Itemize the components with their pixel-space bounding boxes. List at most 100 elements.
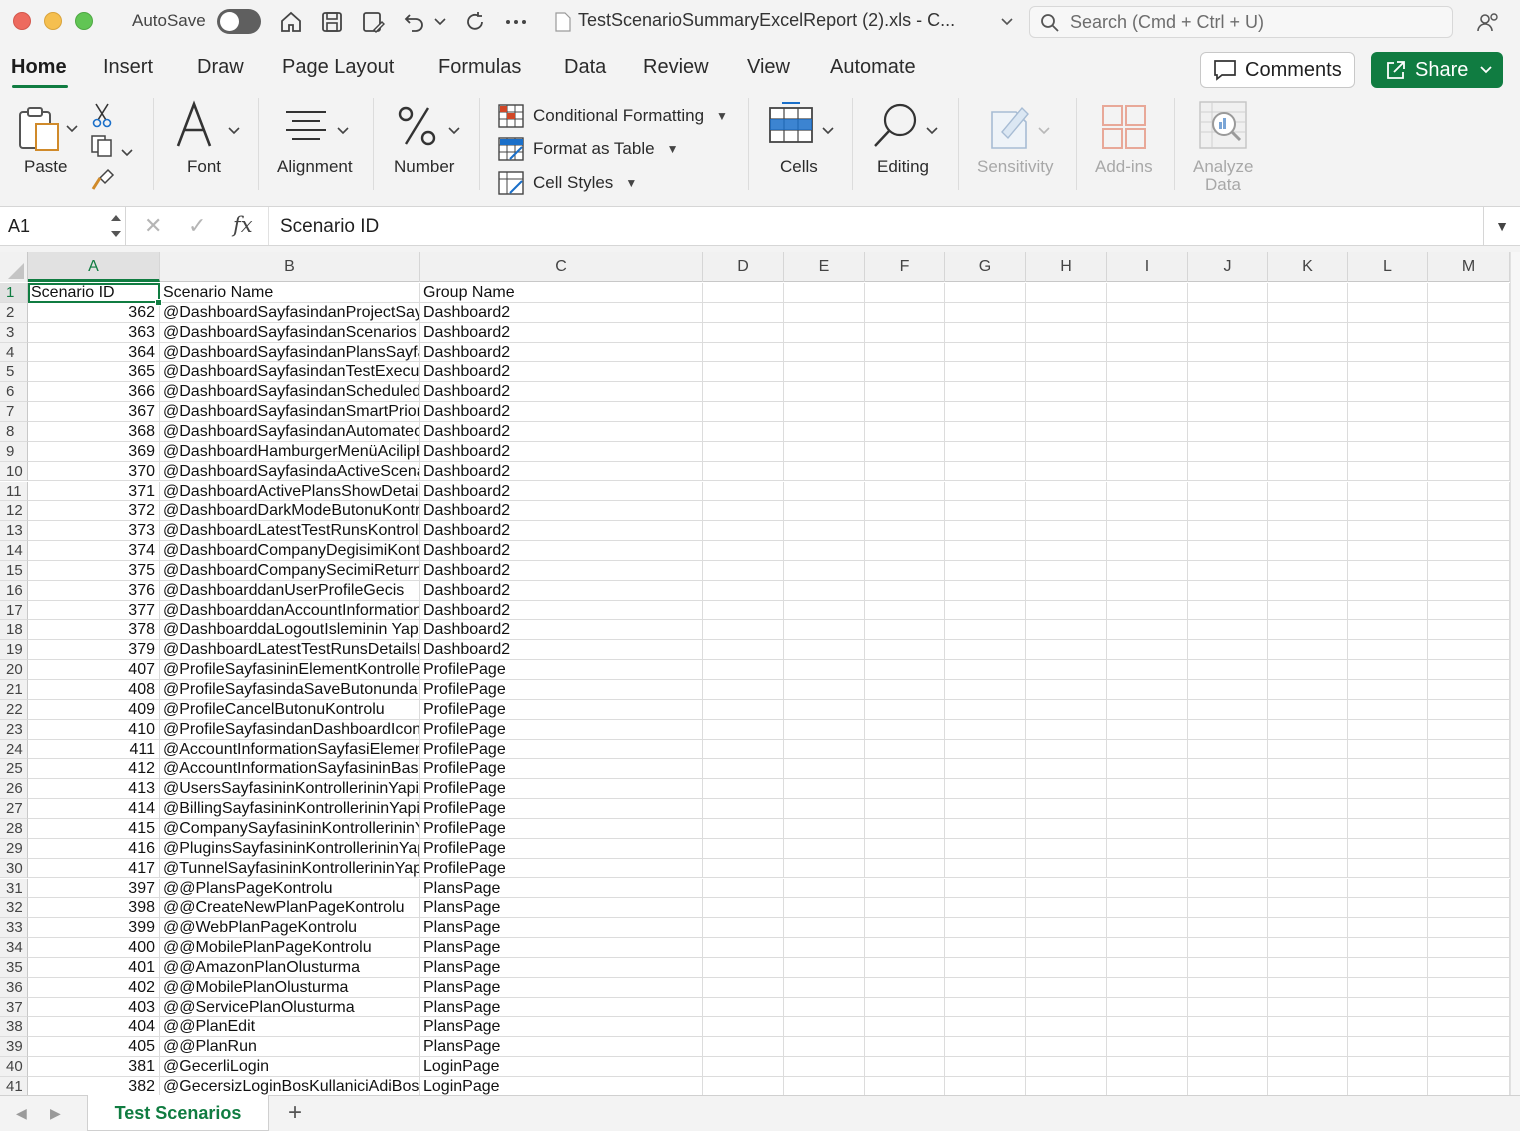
- cell-empty[interactable]: [1107, 898, 1188, 919]
- cell-empty[interactable]: [1107, 322, 1188, 343]
- cell-empty[interactable]: [945, 997, 1026, 1018]
- row-header[interactable]: 20: [0, 660, 28, 680]
- cell-empty[interactable]: [1428, 977, 1510, 998]
- cell-empty[interactable]: [1348, 918, 1428, 939]
- cell-empty[interactable]: [703, 382, 784, 403]
- cell-empty[interactable]: [1188, 1037, 1268, 1058]
- cell-empty[interactable]: [1107, 938, 1188, 958]
- cell-scenario-name[interactable]: @@CreateNewPlanPageKontrolu: [160, 898, 420, 919]
- cell-scenario-name[interactable]: @DashboardSayfasindanProjectSay: [160, 302, 420, 323]
- tab-formulas[interactable]: Formulas: [438, 56, 521, 79]
- row-header[interactable]: 12: [0, 501, 28, 522]
- cell-empty[interactable]: [1428, 362, 1510, 383]
- cell-empty[interactable]: [865, 640, 945, 661]
- cell-empty[interactable]: [1107, 640, 1188, 661]
- cell-scenario-name[interactable]: @DashboardSayfasindanSmartPrior: [160, 402, 420, 422]
- next-sheet-icon[interactable]: ▶: [50, 1105, 61, 1122]
- name-box[interactable]: A1: [0, 207, 126, 245]
- cell-empty[interactable]: [703, 818, 784, 839]
- cell-group-name[interactable]: PlansPage: [420, 997, 703, 1018]
- cell-empty[interactable]: [703, 541, 784, 561]
- row-header[interactable]: 19: [0, 640, 28, 661]
- cell-empty[interactable]: [1268, 977, 1348, 998]
- cell-empty[interactable]: [1188, 541, 1268, 561]
- undo-icon[interactable]: [400, 8, 428, 36]
- cell-group-name[interactable]: Dashboard2: [420, 461, 703, 482]
- cell-empty[interactable]: [1188, 441, 1268, 462]
- cell-empty[interactable]: [703, 441, 784, 462]
- cell-empty[interactable]: [1188, 580, 1268, 601]
- cell-empty[interactable]: [1188, 283, 1268, 303]
- cell-empty[interactable]: [945, 699, 1026, 720]
- cell-empty[interactable]: [945, 779, 1026, 800]
- cell-empty[interactable]: [1026, 1077, 1107, 1095]
- cell-group-name[interactable]: LoginPage: [420, 1077, 703, 1095]
- row-header[interactable]: 8: [0, 421, 28, 442]
- cell-empty[interactable]: [1026, 818, 1107, 839]
- alignment-label[interactable]: Alignment: [277, 157, 353, 177]
- cell-empty[interactable]: [1428, 640, 1510, 661]
- cell-empty[interactable]: [1107, 560, 1188, 581]
- search-input[interactable]: Search (Cmd + Ctrl + U): [1029, 6, 1453, 38]
- cell-scenario-id[interactable]: 365: [28, 362, 160, 383]
- cell-empty[interactable]: [784, 283, 865, 303]
- cell-empty[interactable]: [1348, 600, 1428, 621]
- cell-empty[interactable]: [703, 560, 784, 581]
- cell-scenario-id[interactable]: 362: [28, 302, 160, 323]
- cell-empty[interactable]: [1428, 283, 1510, 303]
- cell-empty[interactable]: [1026, 1057, 1107, 1077]
- cell-empty[interactable]: [1428, 1017, 1510, 1038]
- cell-empty[interactable]: [1026, 918, 1107, 939]
- cell-empty[interactable]: [945, 739, 1026, 760]
- cell-empty[interactable]: [945, 461, 1026, 482]
- row-header[interactable]: 29: [0, 838, 28, 859]
- cell-empty[interactable]: [703, 283, 784, 303]
- cell-empty[interactable]: [1428, 660, 1510, 680]
- cell-scenario-id[interactable]: 402: [28, 977, 160, 998]
- cell-empty[interactable]: [1188, 620, 1268, 641]
- cell-group-name[interactable]: ProfilePage: [420, 799, 703, 819]
- cell-empty[interactable]: [1026, 938, 1107, 958]
- cell-group-name[interactable]: PlansPage: [420, 1037, 703, 1058]
- cell-empty[interactable]: [945, 799, 1026, 819]
- cell-empty[interactable]: [1107, 283, 1188, 303]
- cell-scenario-id[interactable]: 400: [28, 938, 160, 958]
- cell-empty[interactable]: [1348, 640, 1428, 661]
- cell-empty[interactable]: [1026, 957, 1107, 978]
- cell-empty[interactable]: [945, 878, 1026, 899]
- cell-empty[interactable]: [945, 1037, 1026, 1058]
- addins-label[interactable]: Add-ins: [1095, 157, 1153, 177]
- row-header[interactable]: 5: [0, 362, 28, 383]
- cell-scenario-name[interactable]: @@PlanEdit: [160, 1017, 420, 1038]
- cell-empty[interactable]: [1268, 362, 1348, 383]
- cell-empty[interactable]: [1348, 938, 1428, 958]
- row-header[interactable]: 28: [0, 818, 28, 839]
- cell-group-name[interactable]: ProfilePage: [420, 680, 703, 700]
- cell-empty[interactable]: [703, 342, 784, 363]
- cell-empty[interactable]: [865, 302, 945, 323]
- row-header[interactable]: 21: [0, 680, 28, 700]
- cell-empty[interactable]: [1188, 977, 1268, 998]
- column-header-l[interactable]: L: [1348, 252, 1428, 282]
- cell-scenario-id[interactable]: 405: [28, 1037, 160, 1058]
- cell-scenario-id[interactable]: 364: [28, 342, 160, 363]
- cell-empty[interactable]: [1188, 362, 1268, 383]
- cell-scenario-id[interactable]: 371: [28, 481, 160, 502]
- cell-scenario-name[interactable]: @DashboardSayfasindaActiveScena: [160, 461, 420, 482]
- cell-empty[interactable]: [784, 957, 865, 978]
- cell-scenario-id[interactable]: 403: [28, 997, 160, 1018]
- cell-empty[interactable]: [1107, 680, 1188, 700]
- row-header[interactable]: 40: [0, 1057, 28, 1077]
- cell-scenario-name[interactable]: @DashboardSayfasindanTestExecu: [160, 362, 420, 383]
- cell-empty[interactable]: [1268, 620, 1348, 641]
- tab-home[interactable]: Home: [11, 56, 67, 79]
- cell-empty[interactable]: [1428, 858, 1510, 879]
- cell-empty[interactable]: [784, 938, 865, 958]
- cell-empty[interactable]: [1026, 402, 1107, 422]
- cell-empty[interactable]: [1348, 1037, 1428, 1058]
- cell-scenario-id[interactable]: 404: [28, 1017, 160, 1038]
- cell-scenario-id[interactable]: 407: [28, 660, 160, 680]
- cell-empty[interactable]: [703, 600, 784, 621]
- cell-empty[interactable]: [1348, 580, 1428, 601]
- cell-empty[interactable]: [945, 600, 1026, 621]
